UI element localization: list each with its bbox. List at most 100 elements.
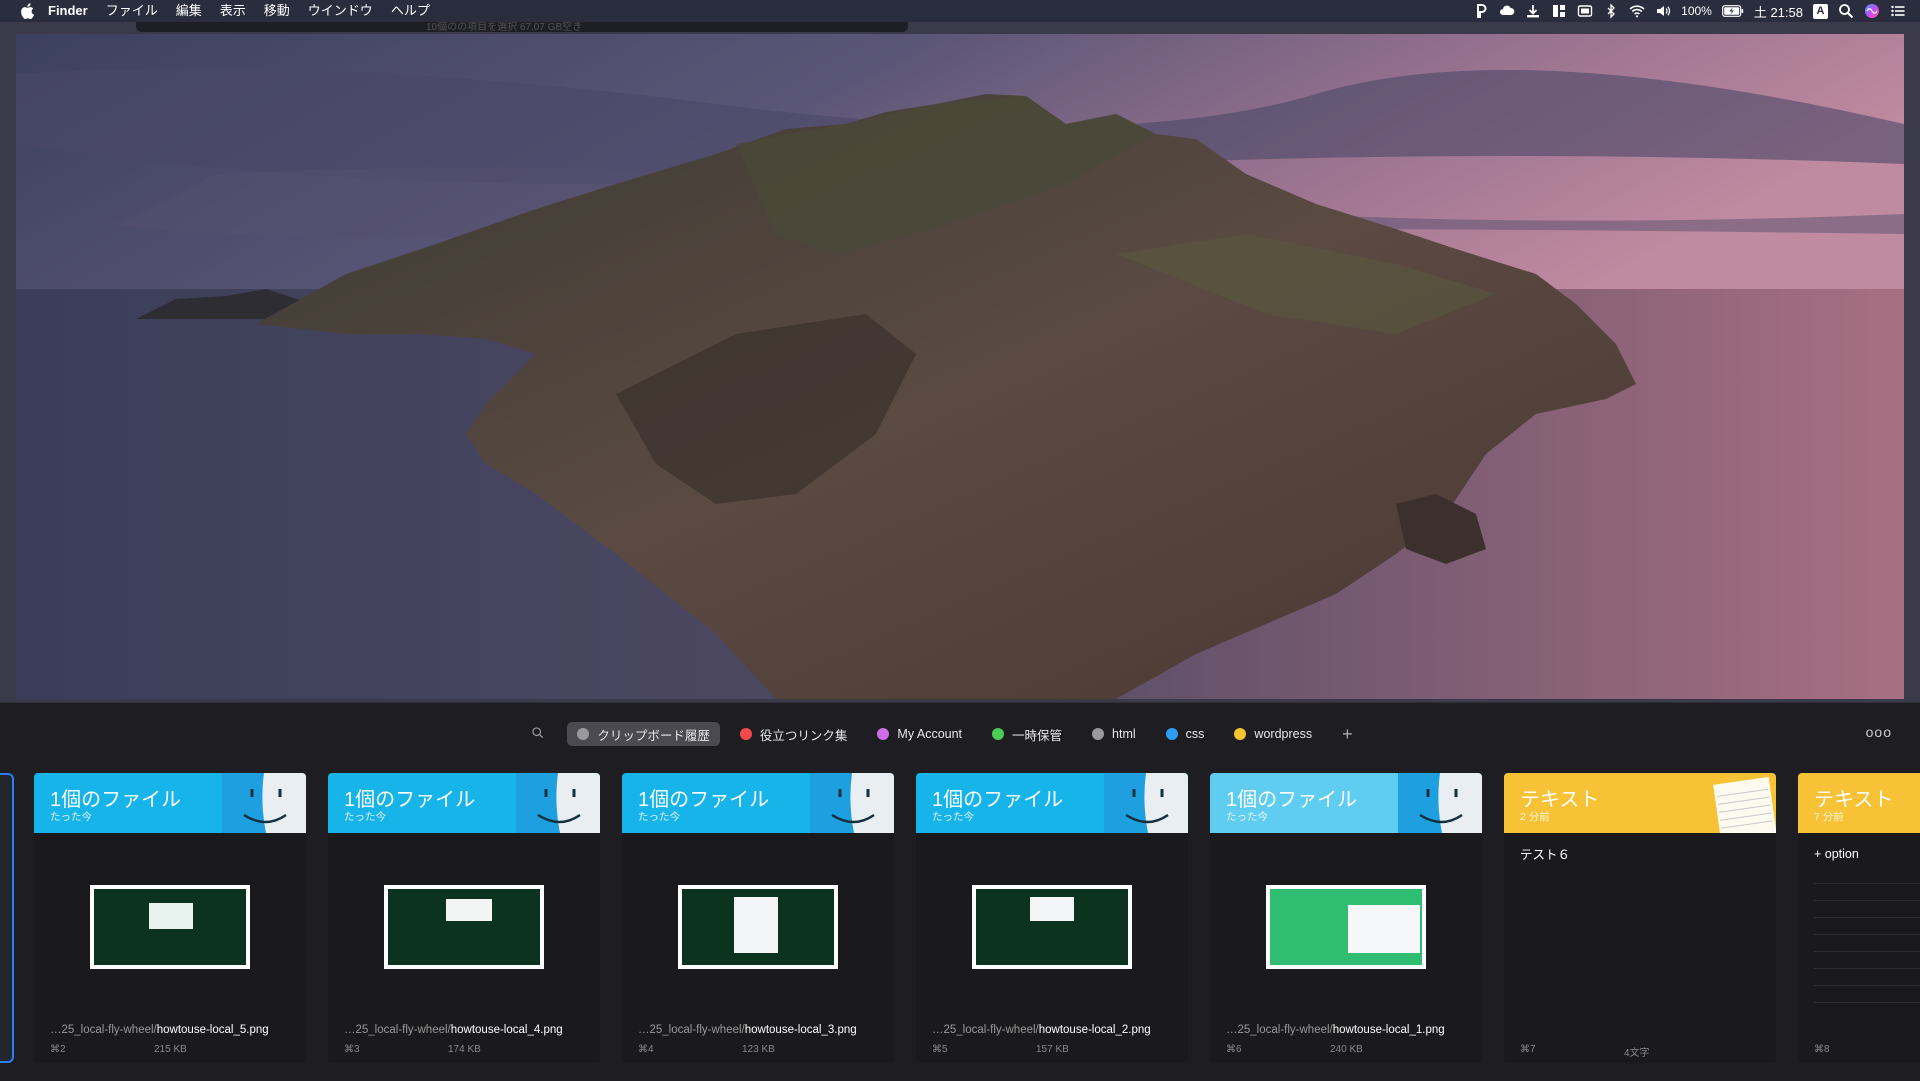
battery-percent: 100%: [1681, 4, 1712, 18]
pinboard-temporary[interactable]: 一時保管: [982, 722, 1072, 746]
notes-icon: [1692, 773, 1776, 843]
card-title: 1個のファイル: [638, 789, 770, 811]
menu-edit[interactable]: 編集: [167, 0, 211, 22]
card-header: 1個のファイル たった今: [622, 773, 894, 833]
file-path: …25_local-fly-wheel/howtouse-local_4.png: [344, 1024, 563, 1036]
card-title: 1個のファイル: [344, 789, 476, 811]
card-shortcut: ⌘5: [932, 1044, 948, 1055]
battery-icon[interactable]: [1721, 3, 1744, 19]
clip-card-text[interactable]: テキスト 2 分前 テスト６ ⌘7 4文字: [1504, 773, 1776, 1063]
clip-card-file[interactable]: 1個のファイル たった今 …25_local-fly-wheel/howtous…: [1210, 773, 1482, 1063]
file-path: …25_local-fly-wheel/howtouse-local_2.png: [932, 1024, 1151, 1036]
file-size: 157 KB: [1036, 1044, 1069, 1055]
clip-text-content: + option: [1814, 847, 1859, 861]
finder-icon: [1104, 773, 1188, 833]
image-thumbnail: [90, 885, 250, 969]
input-source-icon[interactable]: A: [1813, 3, 1828, 19]
bluetooth-icon[interactable]: [1603, 3, 1619, 19]
file-path: …25_local-fly-wheel/howtouse-local_5.png: [50, 1024, 269, 1036]
text-preview-lines: [1814, 867, 1920, 1003]
clip-card-text[interactable]: テキスト 7 分前 + option ⌘8: [1798, 773, 1920, 1063]
pinboard-clipboard-history[interactable]: クリップボード履歴: [567, 722, 720, 746]
card-footer: ⌘3 174 KB: [344, 1044, 481, 1055]
grid-icon[interactable]: [1551, 3, 1567, 19]
pinboard-css[interactable]: css: [1156, 722, 1215, 746]
menu-app-finder[interactable]: Finder: [34, 0, 97, 22]
search-icon[interactable]: [531, 726, 547, 742]
card-header: テキスト 7 分前: [1798, 773, 1920, 833]
clipboard-panel: クリップボード履歴 役立つリンク集 My Account 一時保管 html c…: [0, 702, 1920, 1081]
card-time: たった今: [50, 811, 92, 823]
clip-card-file[interactable]: 1個のファイル たった今 …25_local-fly-wheel/howtous…: [328, 773, 600, 1063]
file-path: …25_local-fly-wheel/howtouse-local_3.png: [638, 1024, 857, 1036]
pinboard-color-dot: [877, 728, 890, 740]
image-thumbnail: [678, 885, 838, 969]
apple-icon[interactable]: [20, 3, 34, 20]
menu-clock[interactable]: 土 21:58: [1754, 2, 1803, 21]
pinboard-useful-links[interactable]: 役立つリンク集: [730, 722, 858, 746]
finder-icon: [222, 773, 306, 833]
card-footer: ⌘2 215 KB: [50, 1044, 187, 1055]
pinboard-bar: クリップボード履歴 役立つリンク集 My Account 一時保管 html c…: [0, 721, 1920, 747]
siri-icon[interactable]: [1864, 3, 1880, 19]
card-time: 7 分前: [1814, 811, 1844, 823]
pinboard-color-dot: [739, 728, 752, 740]
pinboard-label: html: [1112, 727, 1136, 741]
display-icon[interactable]: [1577, 3, 1593, 19]
card-shortcut: ⌘4: [638, 1044, 654, 1055]
menu-help[interactable]: ヘルプ: [382, 0, 439, 22]
pinboard-color-dot: [1092, 728, 1105, 740]
file-size: 215 KB: [154, 1044, 187, 1055]
card-footer: ⌘5 157 KB: [932, 1044, 1069, 1055]
pinboard-color-dot: [992, 728, 1005, 740]
file-path: …25_local-fly-wheel/howtouse-local_1.png: [1226, 1024, 1445, 1036]
volume-icon[interactable]: [1655, 3, 1671, 19]
pinboard-label: wordpress: [1254, 727, 1313, 741]
selected-card-edge[interactable]: [0, 773, 14, 1063]
card-footer: ⌘7 4文字: [1520, 1044, 1650, 1059]
character-count: 4文字: [1624, 1048, 1650, 1059]
card-title: テキスト: [1520, 789, 1600, 811]
pinboard-html[interactable]: html: [1082, 722, 1146, 746]
pinboard-wordpress[interactable]: wordpress: [1224, 722, 1322, 746]
cloud-icon[interactable]: [1499, 3, 1515, 19]
menu-file[interactable]: ファイル: [97, 0, 167, 22]
pinboard-color-dot: [577, 728, 590, 740]
menu-view[interactable]: 表示: [211, 0, 255, 22]
pinboard-label: My Account: [897, 727, 963, 741]
finder-window-status-strip: 10個のの項目を選択 67.07 GB空き: [136, 22, 908, 33]
card-title: テキスト: [1814, 789, 1894, 811]
card-shortcut: ⌘6: [1226, 1044, 1242, 1055]
card-title: 1個のファイル: [1226, 789, 1358, 811]
file-size: 123 KB: [742, 1044, 775, 1055]
finder-icon: [1398, 773, 1482, 833]
card-footer: ⌘6 240 KB: [1226, 1044, 1363, 1055]
pinboard-color-dot: [1165, 728, 1178, 740]
clip-cards: 1個のファイル たった今 …25_local-fly-wheel/howtous…: [0, 773, 1920, 1063]
clip-card-file[interactable]: 1個のファイル たった今 …25_local-fly-wheel/howtous…: [622, 773, 894, 1063]
desktop: 10個のの項目を選択 67.07 GB空き: [0, 22, 1920, 702]
paste-p-icon[interactable]: [1473, 3, 1489, 19]
card-header: 1個のファイル たった今: [34, 773, 306, 833]
pinboard-label: 一時保管: [1012, 728, 1063, 743]
spotlight-icon[interactable]: [1838, 3, 1854, 19]
card-time: たった今: [638, 811, 680, 823]
menu-window[interactable]: ウインドウ: [299, 0, 382, 22]
menu-go[interactable]: 移動: [255, 0, 299, 22]
card-title: 1個のファイル: [932, 789, 1064, 811]
finder-icon: [516, 773, 600, 833]
card-header: 1個のファイル たった今: [916, 773, 1188, 833]
card-footer: ⌘8: [1814, 1044, 1830, 1055]
image-thumbnail: [1266, 885, 1426, 969]
notification-center-icon[interactable]: [1890, 3, 1906, 19]
clip-text-content: テスト６: [1520, 848, 1571, 862]
more-options-button[interactable]: ooo: [1866, 724, 1892, 740]
file-size: 240 KB: [1330, 1044, 1363, 1055]
clip-card-file[interactable]: 1個のファイル たった今 …25_local-fly-wheel/howtous…: [916, 773, 1188, 1063]
card-time: たった今: [344, 811, 386, 823]
clip-card-file[interactable]: 1個のファイル たった今 …25_local-fly-wheel/howtous…: [34, 773, 306, 1063]
wifi-icon[interactable]: [1629, 3, 1645, 19]
download-icon[interactable]: [1525, 3, 1541, 19]
add-pinboard-button[interactable]: +: [1342, 722, 1353, 746]
pinboard-my-account[interactable]: My Account: [867, 722, 972, 746]
